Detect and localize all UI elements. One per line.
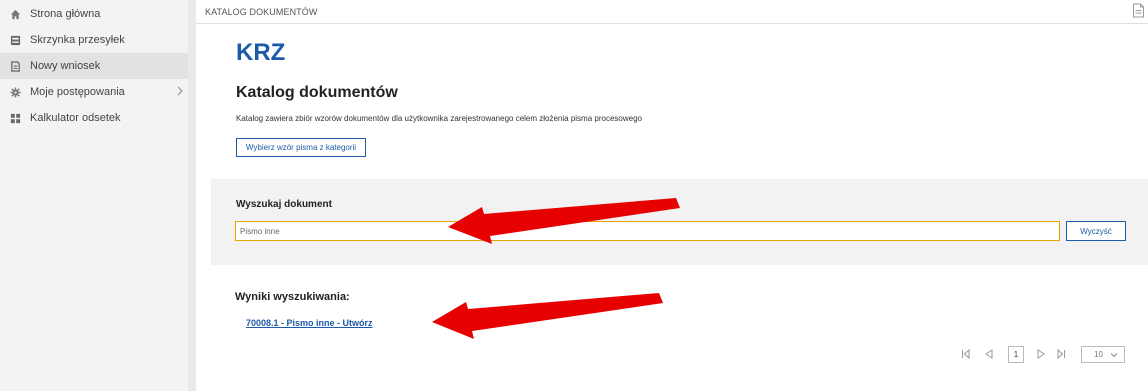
sidebar-item-home[interactable]: Strona główna bbox=[0, 1, 188, 27]
current-page[interactable]: 1 bbox=[1008, 346, 1024, 363]
sidebar-item-my-proceedings[interactable]: Moje postępowania bbox=[0, 79, 188, 105]
document-icon bbox=[10, 60, 21, 72]
sidebar-divider bbox=[188, 0, 196, 391]
sidebar-item-label: Kalkulator odsetek bbox=[30, 112, 121, 124]
arrow-to-result-link bbox=[432, 293, 663, 339]
sidebar-item-inbox[interactable]: Skrzynka przesyłek bbox=[0, 27, 188, 53]
sidebar-item-interest-calculator[interactable]: Kalkulator odsetek bbox=[0, 105, 188, 131]
page-size-value: 10 bbox=[1094, 350, 1103, 359]
results-label: Wyniki wyszukiwania: bbox=[235, 291, 350, 303]
page-title: KRZ bbox=[236, 39, 286, 66]
page-description: Katalog zawiera zbiór wzorów dokumentów … bbox=[236, 114, 642, 123]
search-input[interactable] bbox=[235, 221, 1060, 241]
previous-page-icon[interactable] bbox=[983, 346, 995, 362]
gear-icon bbox=[10, 86, 21, 98]
next-page-icon[interactable] bbox=[1035, 346, 1047, 362]
sidebar-item-label: Strona główna bbox=[30, 8, 101, 20]
search-label: Wyszukaj dokument bbox=[236, 199, 332, 210]
breadcrumb: KATALOG DOKUMENTÓW bbox=[205, 7, 318, 17]
sidebar-item-label: Moje postępowania bbox=[30, 86, 125, 98]
chevron-right-icon bbox=[177, 86, 183, 96]
chevron-down-icon bbox=[1110, 353, 1118, 358]
sidebar: Strona główna Skrzynka przesyłek Nowy wn… bbox=[0, 0, 188, 391]
first-page-icon[interactable] bbox=[960, 346, 972, 362]
sidebar-item-new-request[interactable]: Nowy wniosek bbox=[0, 53, 188, 79]
sidebar-item-label: Nowy wniosek bbox=[30, 60, 101, 72]
document-icon[interactable] bbox=[1132, 3, 1145, 18]
inbox-icon bbox=[10, 35, 21, 46]
page-size-select[interactable]: 10 bbox=[1081, 346, 1125, 363]
clear-button[interactable]: Wyczyść bbox=[1066, 221, 1126, 241]
home-icon bbox=[10, 9, 21, 20]
result-link[interactable]: 70008.1 - Pismo inne - Utwórz bbox=[246, 318, 373, 328]
choose-template-button[interactable]: Wybierz wzór pisma z kategorii bbox=[236, 138, 366, 157]
topbar: KATALOG DOKUMENTÓW bbox=[196, 0, 1148, 24]
page-heading: Katalog dokumentów bbox=[236, 84, 398, 101]
last-page-icon[interactable] bbox=[1055, 346, 1067, 362]
sidebar-item-label: Skrzynka przesyłek bbox=[30, 34, 125, 46]
calculator-icon bbox=[10, 113, 21, 124]
